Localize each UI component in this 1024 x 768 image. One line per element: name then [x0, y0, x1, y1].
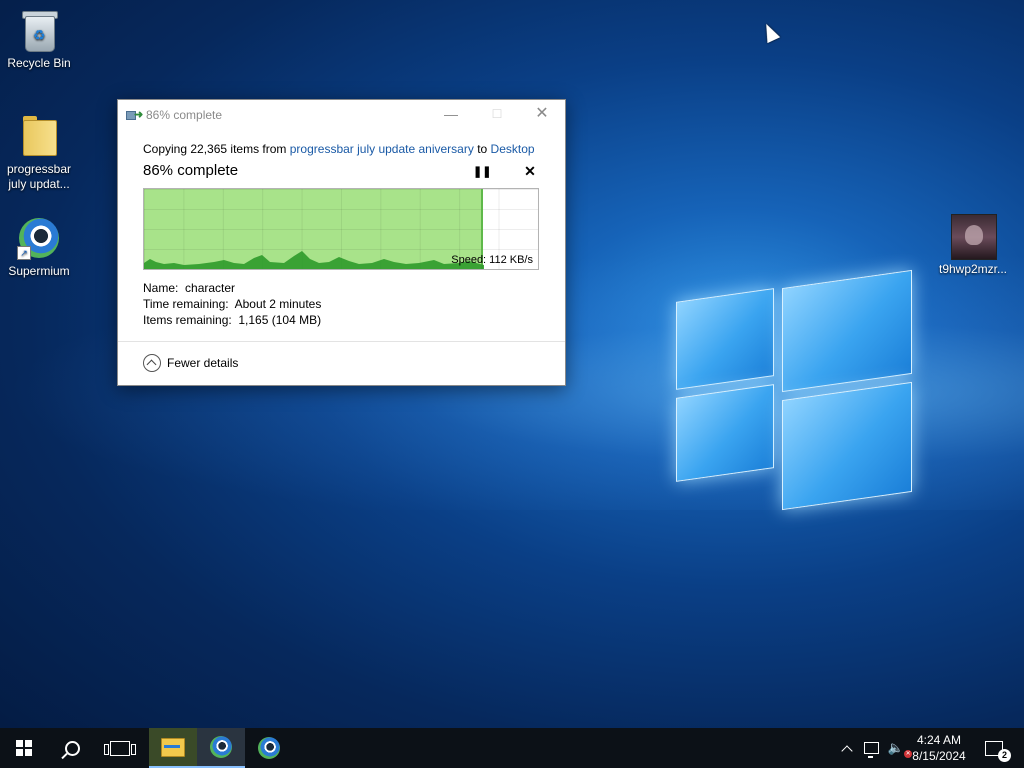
- chevron-up-icon: [143, 354, 161, 372]
- recycle-bin-icon: ♻: [17, 8, 61, 52]
- name-label: Name:: [143, 281, 179, 295]
- supermium-icon: [210, 736, 232, 758]
- mouse-cursor-icon: [759, 20, 781, 44]
- browser-icon: ↗: [17, 216, 61, 260]
- supermium-taskbar-button-2[interactable]: [245, 728, 293, 768]
- windows-start-icon: [16, 740, 32, 756]
- network-button[interactable]: [860, 728, 882, 768]
- minimize-button[interactable]: —: [428, 100, 474, 130]
- transfer-details: Name: character Time remaining: About 2 …: [143, 280, 321, 328]
- windows-logo-wallpaper: [670, 265, 915, 511]
- destination-link[interactable]: Desktop: [491, 142, 535, 156]
- supermium-icon: [258, 737, 280, 759]
- file-explorer-icon: [161, 737, 185, 757]
- desktop-icon-image[interactable]: t9hwp2mzr...: [935, 214, 1011, 277]
- search-button[interactable]: [48, 728, 96, 768]
- volume-button[interactable]: 🔈 ✕: [884, 728, 913, 768]
- notification-count: 2: [998, 748, 1011, 762]
- start-button[interactable]: [0, 728, 48, 768]
- time-remaining-label: Time remaining:: [143, 297, 229, 311]
- task-view-button[interactable]: [96, 728, 144, 768]
- copy-summary: Copying 22,365 items from progressbar ju…: [143, 142, 535, 156]
- notification-icon: 2: [985, 740, 1011, 762]
- show-hidden-icons-button[interactable]: [838, 728, 856, 768]
- dialog-title: 86% complete: [146, 108, 223, 122]
- search-icon: [64, 740, 80, 756]
- cancel-copy-button[interactable]: ✕: [521, 163, 539, 179]
- source-link[interactable]: progressbar july update aniversary: [290, 142, 474, 156]
- volume-muted-icon: 🔈 ✕: [887, 740, 913, 758]
- copy-progress-dialog: ➜ 86% complete — ☐ ✕ Copying 22,365 item…: [117, 99, 566, 386]
- speed-readout: Speed: 112 KB/s: [451, 254, 533, 266]
- desktop-icon-label: Recycle Bin: [7, 56, 71, 70]
- time-remaining-value: About 2 minutes: [234, 297, 322, 311]
- supermium-taskbar-button[interactable]: [197, 728, 245, 768]
- clock-time: 4:24 AM: [916, 733, 962, 747]
- desktop-icon-label: progressbar july updat...: [6, 162, 72, 191]
- desktop-icon-label: Supermium: [8, 264, 70, 278]
- clock-date: 8/15/2024: [912, 749, 966, 763]
- items-remaining-value: 1,165 (104 MB): [238, 313, 322, 327]
- desktop-icon-supermium[interactable]: ↗ Supermium: [1, 216, 77, 279]
- divider: [118, 341, 565, 342]
- desktop-icon-folder[interactable]: progressbar july updat...: [1, 114, 77, 192]
- desktop-icon-label: t9hwp2mzr...: [938, 262, 1008, 276]
- copy-prefix: Copying 22,365 items from: [143, 142, 290, 156]
- maximize-button[interactable]: ☐: [474, 100, 520, 130]
- task-view-icon: [104, 740, 136, 756]
- network-icon: [863, 742, 879, 758]
- fewer-details-button[interactable]: Fewer details: [143, 354, 238, 372]
- items-remaining-label: Items remaining:: [143, 313, 232, 327]
- dialog-titlebar[interactable]: ➜ 86% complete — ☐ ✕: [118, 100, 565, 130]
- close-button[interactable]: ✕: [519, 100, 565, 130]
- folder-icon: [17, 114, 61, 158]
- file-explorer-taskbar-button[interactable]: [149, 728, 197, 768]
- percent-complete: 86% complete: [143, 162, 239, 179]
- name-value: character: [185, 281, 236, 295]
- transfer-speed-graph: Speed: 112 KB/s: [143, 188, 539, 270]
- desktop-icon-recycle-bin[interactable]: ♻ Recycle Bin: [1, 8, 77, 71]
- copy-icon: ➜: [126, 109, 143, 121]
- fewer-details-label: Fewer details: [167, 356, 239, 370]
- action-center-button[interactable]: 2: [980, 728, 1011, 768]
- chevron-up-icon: [841, 744, 853, 757]
- taskbar: 🔈 ✕ 4:24 AM 8/15/2024 2: [0, 728, 1024, 768]
- clock-button[interactable]: 4:24 AM 8/15/2024: [908, 728, 970, 768]
- copy-to: to: [473, 142, 491, 156]
- pause-button[interactable]: ❚❚: [473, 164, 491, 180]
- image-file-icon: [951, 214, 997, 260]
